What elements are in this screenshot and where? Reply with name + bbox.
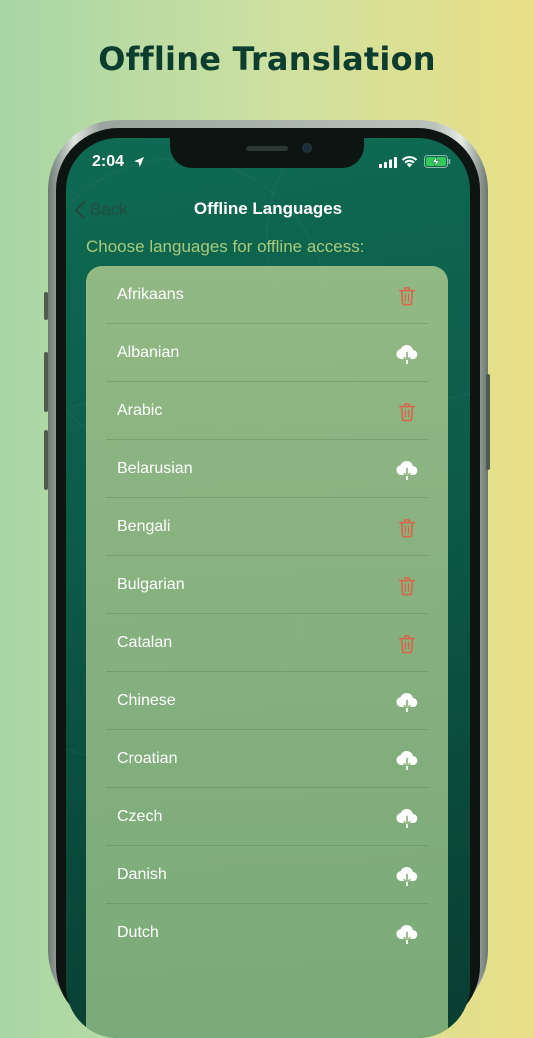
trash-icon <box>398 576 416 596</box>
location-arrow-icon <box>134 157 144 167</box>
cloud-download-icon <box>395 344 419 364</box>
cellular-signal-icon <box>379 157 397 168</box>
language-row[interactable]: Afrikaans <box>86 266 448 324</box>
status-time: 2:04 <box>92 153 125 170</box>
trash-icon <box>398 634 416 654</box>
language-label: Arabic <box>117 402 163 419</box>
instructions-text: Choose languages for offline access: <box>86 237 365 256</box>
cloud-download-icon <box>395 750 419 770</box>
language-row[interactable]: Croatian <box>86 730 448 788</box>
language-row[interactable]: Chinese <box>86 672 448 730</box>
language-row[interactable]: Bulgarian <box>86 556 448 614</box>
download-button[interactable] <box>396 923 418 945</box>
language-row[interactable]: Czech <box>86 788 448 846</box>
volume-down-button <box>44 430 48 490</box>
trash-icon <box>398 402 416 422</box>
language-label: Albanian <box>117 344 180 361</box>
phone-screen: 2:04 Back Offline Languages Choose langu… <box>66 138 470 1038</box>
language-label: Dutch <box>117 924 159 941</box>
notch <box>170 138 364 168</box>
delete-button[interactable] <box>396 285 418 307</box>
language-label: Bengali <box>117 518 171 535</box>
delete-button[interactable] <box>396 517 418 539</box>
cloud-download-icon <box>395 692 419 712</box>
language-row[interactable]: Catalan <box>86 614 448 672</box>
language-row[interactable]: Bengali <box>86 498 448 556</box>
download-button[interactable] <box>396 459 418 481</box>
language-label: Afrikaans <box>117 286 184 303</box>
language-row[interactable]: Danish <box>86 846 448 904</box>
language-label: Croatian <box>117 750 178 767</box>
delete-button[interactable] <box>396 401 418 423</box>
language-row[interactable]: Albanian <box>86 324 448 382</box>
cloud-download-icon <box>395 924 419 944</box>
language-list: Afrikaans Albanian Arabic Belarusian Bengali… <box>86 266 448 1038</box>
wifi-icon <box>401 156 418 168</box>
language-row[interactable]: Arabic <box>86 382 448 440</box>
language-label: Belarusian <box>117 460 193 477</box>
page-title: Offline Languages <box>193 199 343 218</box>
trash-icon <box>398 286 416 306</box>
power-button <box>486 374 490 470</box>
trash-icon <box>398 518 416 538</box>
battery-charging-icon <box>424 155 451 168</box>
download-button[interactable] <box>396 343 418 365</box>
mute-switch <box>44 292 48 320</box>
front-camera <box>302 143 312 153</box>
language-label: Danish <box>117 866 167 883</box>
download-button[interactable] <box>396 865 418 887</box>
cloud-download-icon <box>395 460 419 480</box>
cloud-download-icon <box>395 808 419 828</box>
language-row[interactable]: Dutch <box>86 904 448 962</box>
language-label: Bulgarian <box>117 576 185 593</box>
language-label: Chinese <box>117 692 176 709</box>
download-button[interactable] <box>396 807 418 829</box>
language-label: Czech <box>117 808 163 825</box>
language-label: Catalan <box>117 634 173 651</box>
headline: Offline Translation <box>98 40 436 78</box>
volume-up-button <box>44 352 48 412</box>
speaker-grille <box>246 146 288 151</box>
cloud-download-icon <box>395 866 419 886</box>
delete-button[interactable] <box>396 575 418 597</box>
download-button[interactable] <box>396 691 418 713</box>
download-button[interactable] <box>396 749 418 771</box>
delete-button[interactable] <box>396 633 418 655</box>
language-row[interactable]: Belarusian <box>86 440 448 498</box>
